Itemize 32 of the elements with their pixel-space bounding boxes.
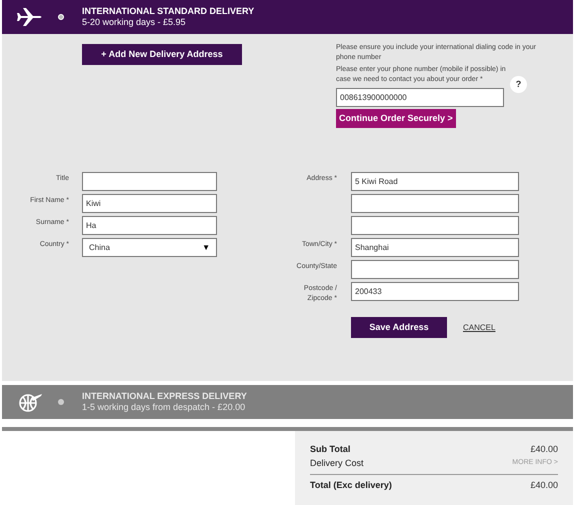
text-field[interactable]: 5 Kiwi Road	[351, 172, 519, 191]
globe-icon	[17, 392, 43, 412]
delivery-detail: 1-5 working days from despatch - £20.00	[82, 402, 246, 413]
text-field[interactable]	[351, 194, 519, 213]
summary-label: Delivery Cost	[310, 456, 364, 470]
summary-value: £40.00	[530, 443, 558, 456]
help-icon[interactable]: ?	[510, 76, 527, 93]
delivery-title: INTERNATIONAL EXPRESS DELIVERY	[82, 391, 247, 402]
caret-icon: ▼	[202, 242, 210, 254]
summary-label: Sub Total	[310, 443, 350, 456]
delivery-detail: 5-20 working days - £5.95	[82, 17, 187, 28]
text-field[interactable]	[82, 172, 217, 191]
radio-button[interactable]	[58, 14, 64, 20]
text-field[interactable]: Shanghai	[351, 238, 519, 257]
text-field[interactable]	[351, 260, 519, 279]
cancel-link[interactable]: CANCEL	[463, 322, 496, 334]
text-field[interactable]	[351, 216, 519, 235]
delivery-option-bar[interactable]: INTERNATIONAL STANDARD DELIVERY 5-20 working days - £5.95	[2, 0, 573, 34]
summary-value: £40.00	[530, 479, 558, 492]
radio-button[interactable]	[58, 399, 64, 405]
summary-label: Total (Exc delivery)	[310, 479, 392, 492]
add-address-button[interactable]: + Add New Delivery Address	[82, 44, 242, 65]
delivery-title: INTERNATIONAL STANDARD DELIVERY	[82, 6, 254, 17]
text-field[interactable]: Ha	[82, 216, 217, 235]
phone-field[interactable]: 008613900000000	[336, 88, 504, 107]
text-field[interactable]: 200433	[351, 282, 519, 301]
save-address-button[interactable]: Save Address	[351, 317, 447, 338]
country-dropdown[interactable]: China ▼	[82, 238, 217, 257]
text-field[interactable]: Kiwi	[82, 194, 217, 213]
plane-icon	[17, 7, 43, 27]
continue-button[interactable]: Continue Order Securely >	[336, 109, 456, 128]
dropdown-value: China	[89, 242, 110, 254]
